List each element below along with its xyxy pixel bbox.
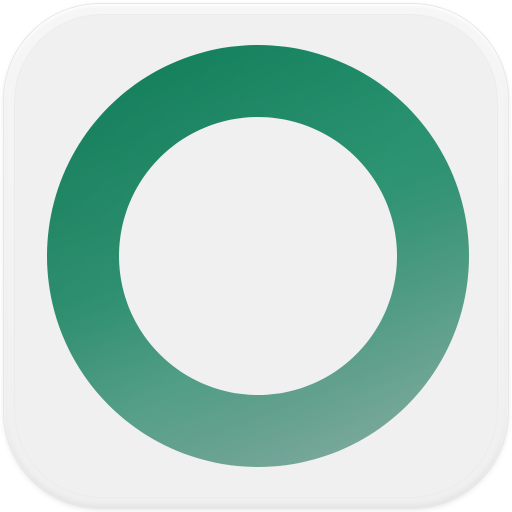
icon-canvas (0, 0, 512, 512)
app-icon-tile[interactable] (4, 4, 508, 508)
ring-center (120, 118, 396, 394)
circle-ring-icon (46, 45, 469, 468)
